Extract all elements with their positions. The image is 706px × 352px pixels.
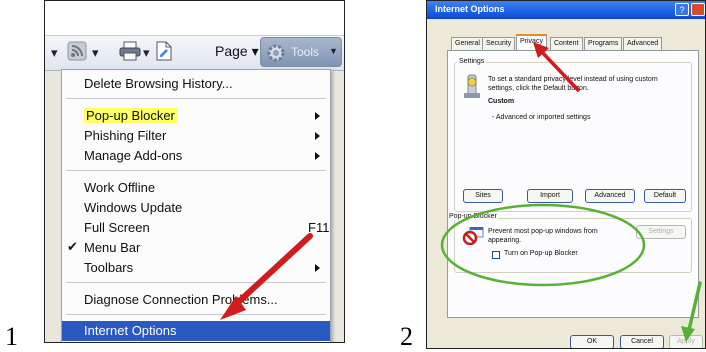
advanced-button[interactable]: Advanced	[585, 189, 635, 203]
tab-advanced[interactable]: Advanced	[623, 37, 663, 50]
browser-top-area	[45, 1, 344, 35]
menu-separator	[66, 170, 326, 171]
menu-item-internet-options[interactable]: Internet Options	[62, 321, 330, 341]
privacy-tab-panel: Settings To set a standard privacy level…	[447, 50, 699, 318]
menu-item-manage-add-ons[interactable]: Manage Add-ons	[62, 146, 330, 166]
help-icon[interactable]: ?	[675, 3, 689, 16]
shortcut-label: F11	[308, 220, 330, 235]
menu-item-menu-bar[interactable]: ✔ Menu Bar	[62, 238, 330, 258]
print-dropdown-caret-icon[interactable]: ▾	[143, 45, 150, 61]
step-number-1: 1	[5, 322, 18, 351]
settings-group-label: Settings	[457, 58, 487, 65]
step-number-2: 2	[400, 322, 413, 351]
apply-button[interactable]: Apply	[669, 335, 703, 348]
menu-item-diagnose-connection-problems[interactable]: Diagnose Connection Problems...	[62, 290, 330, 310]
submenu-arrow-icon	[315, 132, 320, 140]
tab-security[interactable]: Security	[482, 37, 516, 50]
sites-button[interactable]: Sites	[463, 189, 503, 203]
internet-options-dialog-screenshot: Internet Options ? General Security Priv…	[426, 0, 706, 349]
tab-privacy[interactable]: Privacy	[516, 34, 547, 51]
close-icon[interactable]	[691, 3, 705, 16]
menu-item-windows-update[interactable]: Windows Update	[62, 198, 330, 218]
rss-feeds-icon[interactable]	[67, 41, 87, 61]
tools-dropdown-menu: Delete Browsing History... Pop-up Blocke…	[61, 69, 331, 342]
submenu-arrow-icon	[315, 264, 320, 272]
popup-blocker-checkbox-label: Turn on Pop-up Blocker	[504, 250, 578, 257]
print-icon[interactable]	[119, 41, 141, 61]
gear-icon	[265, 42, 287, 69]
submenu-arrow-icon	[315, 152, 320, 160]
tab-programs[interactable]: Programs	[584, 37, 623, 50]
page-icon[interactable]	[155, 41, 173, 61]
submenu-arrow-icon	[315, 112, 320, 120]
ok-button[interactable]: OK	[570, 335, 614, 348]
popup-prevent-text: Prevent most pop-up windows from appeari…	[488, 228, 598, 244]
rss-dropdown-caret-icon[interactable]: ▾	[92, 45, 99, 61]
settings-description: To set a standard privacy level instead …	[488, 76, 658, 92]
tab-content[interactable]: Content	[550, 37, 583, 50]
menu-item-toolbars[interactable]: Toolbars	[62, 258, 330, 278]
menu-item-delete-browsing-history[interactable]: Delete Browsing History...	[62, 74, 330, 94]
dialog-title: Internet Options	[435, 4, 505, 14]
no-entry-icon	[462, 226, 484, 250]
tab-general[interactable]: General	[451, 37, 484, 50]
menu-separator	[66, 282, 326, 283]
popup-blocker-checkbox[interactable]	[492, 251, 500, 259]
checkmark-icon: ✔	[67, 239, 78, 254]
page-menu-button[interactable]: Page ▾	[215, 43, 259, 60]
privacy-level: Custom	[488, 98, 515, 105]
dialog-titlebar: Internet Options ?	[427, 1, 705, 19]
popup-settings-button[interactable]: Settings	[636, 225, 686, 239]
dropdown-caret-icon[interactable]: ▾	[51, 45, 58, 61]
menu-item-phishing-filter[interactable]: Phishing Filter	[62, 126, 330, 146]
privacy-slider-icon	[462, 73, 482, 104]
menu-item-work-offline[interactable]: Work Offline	[62, 178, 330, 198]
menu-item-pop-up-blocker[interactable]: Pop-up Blocker	[62, 106, 330, 126]
cancel-button[interactable]: Cancel	[620, 335, 664, 348]
popup-blocker-group-label: Pop-up Blocker	[448, 213, 498, 220]
chevron-down-icon: ▼	[329, 46, 338, 56]
page-label: Page	[215, 43, 248, 59]
ie-tools-menu-screenshot: ▾ ▾ ▾ Page ▾ Tools ▼ Delete Browsing His…	[44, 0, 345, 343]
menu-separator	[66, 314, 326, 315]
import-button[interactable]: Import	[527, 189, 573, 203]
default-button[interactable]: Default	[644, 189, 686, 203]
menu-separator	[66, 98, 326, 99]
tools-menu-button[interactable]: Tools ▼	[260, 37, 342, 67]
tools-label: Tools	[291, 45, 320, 59]
privacy-level-detail: - Advanced or imported settings	[492, 114, 591, 121]
menu-item-full-screen[interactable]: Full Screen F11	[62, 218, 330, 238]
